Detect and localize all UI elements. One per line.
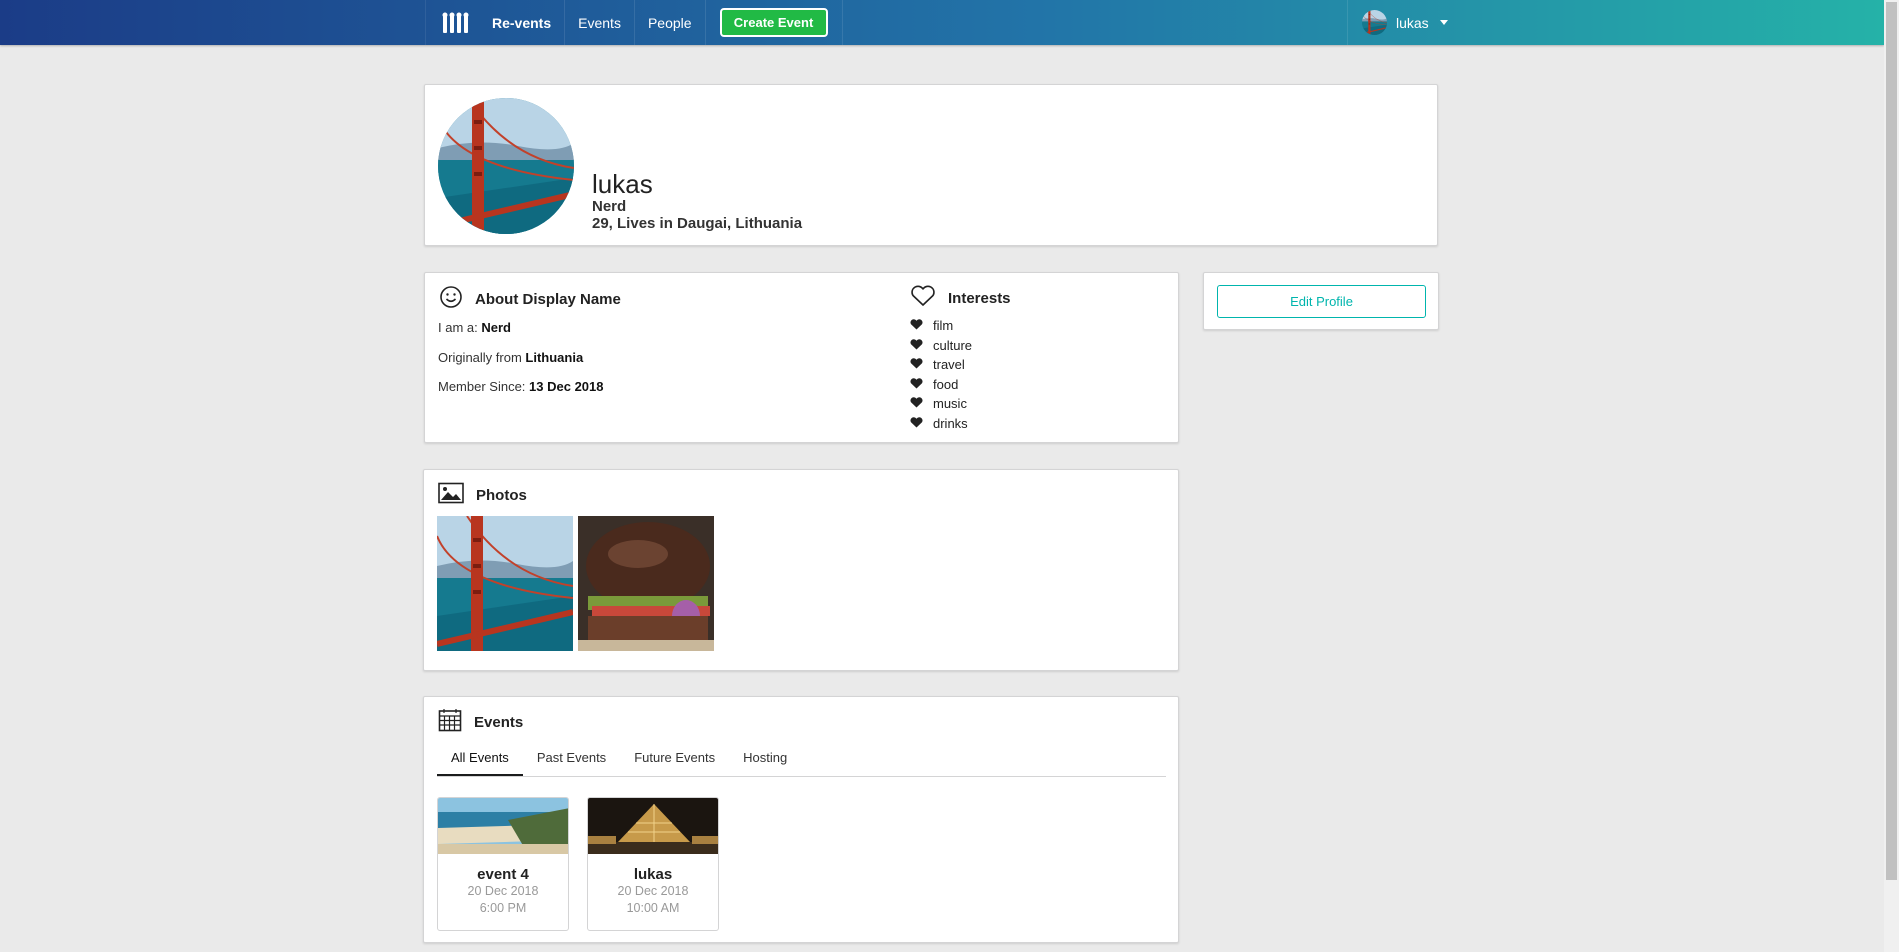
create-event-button[interactable]: Create Event — [719, 8, 828, 37]
event-card[interactable]: event 4 20 Dec 2018 6:00 PM — [437, 797, 569, 931]
profile-header-card: lukas Nerd 29, Lives in Daugai, Lithuani… — [424, 84, 1438, 246]
heart-icon — [910, 416, 923, 431]
photos-title: Photos — [476, 486, 527, 504]
heart-icon — [910, 338, 923, 353]
page-scrollbar[interactable] — [1884, 0, 1899, 952]
avatar — [1362, 10, 1387, 35]
tab-future-events[interactable]: Future Events — [620, 750, 729, 776]
list-item: travel — [910, 355, 972, 375]
event-time: 10:00 AM — [626, 901, 680, 915]
about-i-am: I am a: Nerd — [438, 320, 511, 335]
heart-outline-icon — [910, 285, 936, 311]
photo-thumbnail[interactable] — [578, 516, 714, 651]
heart-icon — [910, 318, 923, 333]
interests-header: Interests — [910, 285, 1011, 311]
user-menu[interactable]: lukas — [1347, 0, 1462, 45]
photo-thumbnail[interactable] — [437, 516, 573, 651]
tab-hosting[interactable]: Hosting — [729, 750, 801, 776]
event-card[interactable]: lukas 20 Dec 2018 10:00 AM — [587, 797, 719, 931]
events-title: Events — [474, 713, 524, 731]
profile-location: 29, Lives in Daugai, Lithuania — [592, 215, 803, 232]
heart-icon — [910, 396, 923, 411]
image-icon — [438, 482, 464, 508]
list-item: music — [910, 394, 972, 414]
calendar-icon — [438, 708, 462, 736]
edit-profile-button[interactable]: Edit Profile — [1217, 285, 1426, 318]
nav-events[interactable]: Events — [564, 0, 634, 45]
list-item: drinks — [910, 414, 972, 434]
interests-list: film culture travel food music drinks — [910, 316, 972, 433]
profile-name: lukas — [592, 169, 653, 199]
event-title: lukas — [633, 866, 673, 883]
profile-avatar — [438, 98, 574, 234]
smile-icon — [439, 285, 463, 313]
events-header: Events — [438, 708, 523, 736]
create-event-wrap: Create Event — [704, 0, 843, 45]
user-name: lukas — [1396, 14, 1429, 31]
list-item: film — [910, 316, 972, 336]
edit-profile-card: Edit Profile — [1203, 272, 1439, 330]
event-date: 20 Dec 2018 — [467, 884, 539, 898]
about-card: About Display Name I am a: Nerd Original… — [424, 272, 1179, 443]
events-card: Events All Events Past Events Future Eve… — [423, 696, 1179, 943]
interests-title: Interests — [948, 289, 1011, 307]
photos-card: Photos — [423, 469, 1179, 671]
about-header: About Display Name — [439, 285, 621, 313]
chevron-down-icon — [1439, 20, 1448, 25]
about-origin: Originally from Lithuania — [438, 350, 584, 365]
nav-people[interactable]: People — [633, 0, 705, 45]
event-image — [438, 798, 568, 854]
logo-icon[interactable] — [425, 0, 486, 45]
scrollbar-thumb[interactable] — [1886, 2, 1897, 880]
tab-past-events[interactable]: Past Events — [523, 750, 620, 776]
event-time: 6:00 PM — [479, 901, 527, 915]
events-tabs: All Events Past Events Future Events Hos… — [437, 750, 1166, 777]
photos-header: Photos — [438, 482, 527, 508]
nav-brand[interactable]: Re-vents — [486, 0, 564, 45]
nav-menu: Re-vents Events People Create Event — [425, 0, 843, 45]
event-image — [588, 798, 718, 854]
list-item: food — [910, 375, 972, 395]
about-member-since: Member Since: 13 Dec 2018 — [438, 379, 604, 394]
list-item: culture — [910, 336, 972, 356]
heart-icon — [910, 357, 923, 372]
event-title: event 4 — [477, 866, 529, 883]
top-navbar: Re-vents Events People Create Event luka… — [0, 0, 1884, 45]
profile-occupation: Nerd — [592, 198, 627, 215]
event-date: 20 Dec 2018 — [617, 884, 689, 898]
heart-icon — [910, 377, 923, 392]
about-title: About Display Name — [475, 290, 621, 308]
tab-all-events[interactable]: All Events — [437, 750, 523, 776]
